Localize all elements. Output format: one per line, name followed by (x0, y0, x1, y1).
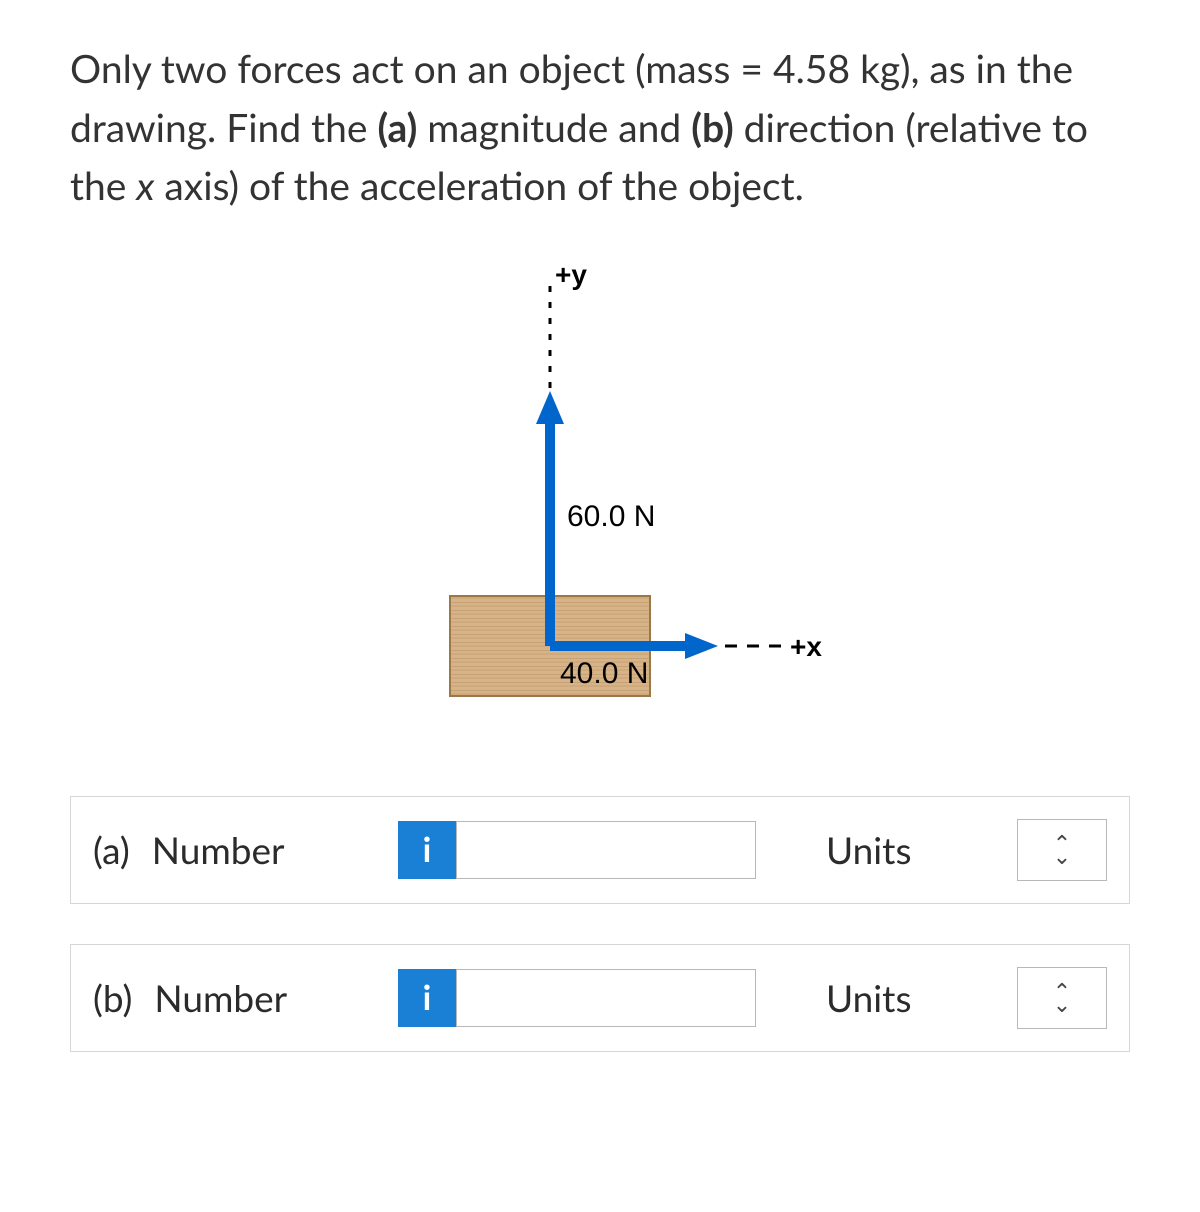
answer-row-b: (b) Number i Units ⌃⌄ (70, 944, 1130, 1052)
answer-label-a: (a) Number (93, 827, 398, 872)
units-select-a[interactable]: ⌃⌄ (1017, 819, 1107, 881)
vertical-force-label: 60.0 N (567, 500, 655, 533)
number-label-a: Number (152, 827, 285, 872)
y-axis-label: +y (555, 266, 587, 290)
units-label-b: Units (826, 975, 911, 1020)
part-b-bold: (b) (691, 105, 733, 151)
answer-row-a: (a) Number i Units ⌃⌄ (70, 796, 1130, 904)
question-page: Only two forces act on an object (mass =… (0, 0, 1200, 1152)
horizontal-force-arrowhead (685, 633, 718, 659)
number-input-a[interactable] (456, 821, 756, 879)
chevron-updown-icon: ⌃⌄ (1053, 985, 1071, 1009)
horizontal-force-label: 40.0 N (560, 657, 648, 690)
units-label-a: Units (826, 827, 911, 872)
number-label-b: Number (154, 975, 287, 1020)
question-text: Only two forces act on an object (mass =… (70, 40, 1130, 216)
force-diagram: +y 60.0 N 40.0 N +x (370, 266, 830, 736)
x-var: x (136, 163, 154, 209)
number-input-b[interactable] (456, 969, 756, 1027)
part-label-b: (b) (93, 975, 132, 1020)
question-mid1: magnitude and (417, 105, 691, 151)
units-select-b[interactable]: ⌃⌄ (1017, 967, 1107, 1029)
info-icon[interactable]: i (398, 821, 456, 879)
info-icon[interactable]: i (398, 969, 456, 1027)
part-label-a: (a) (93, 827, 130, 872)
part-a-bold: (a) (377, 105, 417, 151)
force-diagram-wrap: +y 60.0 N 40.0 N +x (70, 266, 1130, 736)
answer-label-b: (b) Number (93, 975, 398, 1020)
question-suffix: axis) of the acceleration of the object. (154, 163, 803, 209)
x-axis-label: +x (790, 631, 822, 662)
vertical-force-arrowhead (536, 391, 564, 424)
chevron-updown-icon: ⌃⌄ (1053, 837, 1071, 861)
